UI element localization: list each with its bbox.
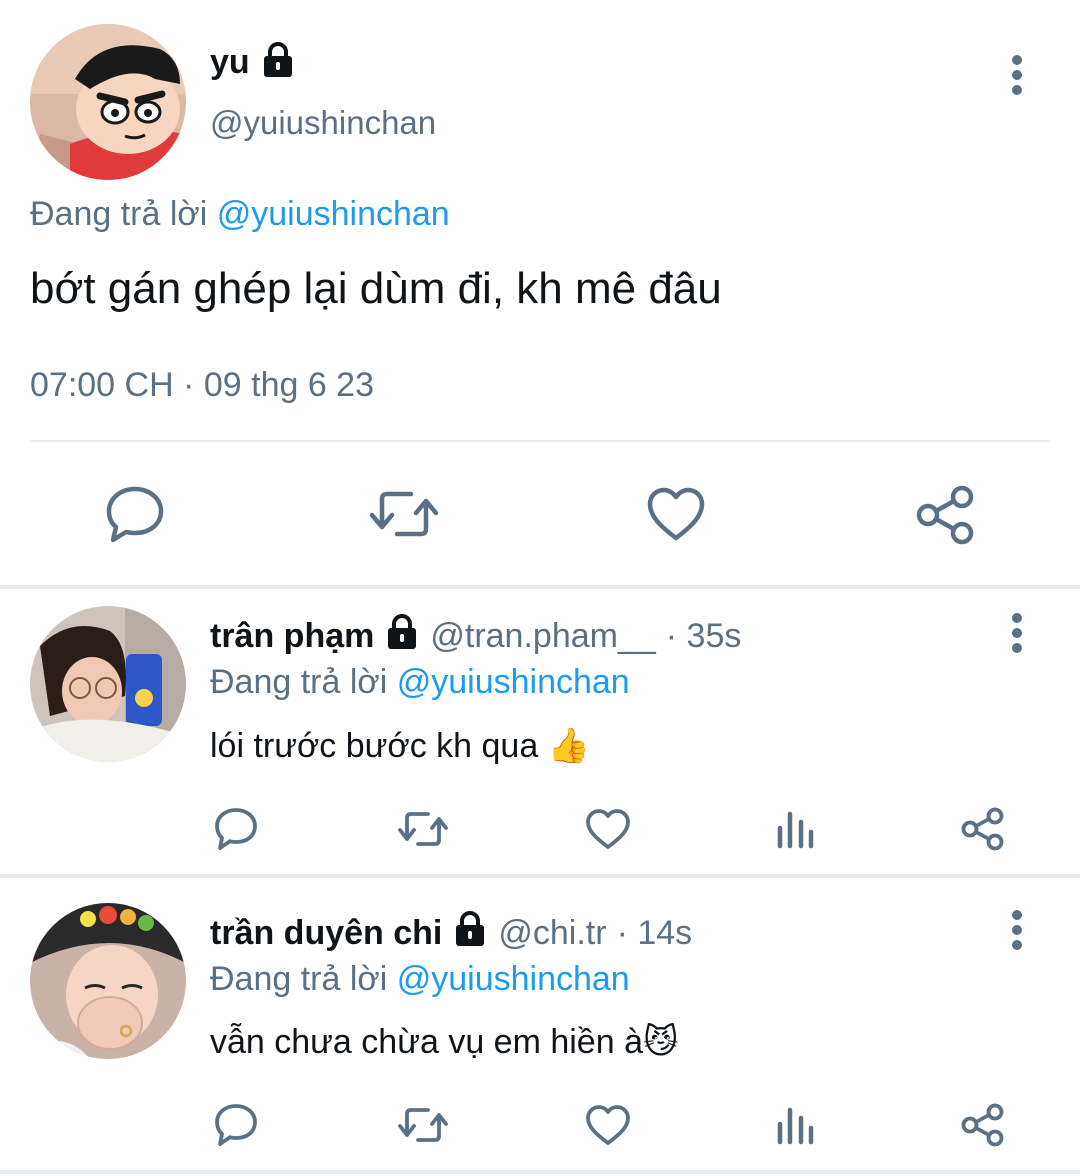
divider [0,585,1080,589]
avatar[interactable] [30,903,186,1059]
author-handle[interactable]: @yuiushinchan [210,104,436,142]
thumbs-up-emoji: 👍 [547,727,591,765]
share-icon [961,1103,1004,1147]
author-handle[interactable]: @tran.pham__ [430,617,655,656]
mention-link[interactable]: @yuiushinchan [397,663,630,701]
reply-button[interactable] [213,1102,259,1153]
reply-icon [106,486,164,543]
reply-text: lói trước bước kh qua 👍 [210,727,591,765]
share-icon [961,807,1004,851]
replying-to: Đang trả lời @yuiushinchan [210,663,630,701]
replying-to: Đang trả lời @yuiushinchan [210,960,630,998]
more-options-icon[interactable] [1002,612,1032,661]
retweet-icon [398,1108,448,1142]
like-button[interactable] [585,808,631,855]
retweet-button[interactable] [369,487,439,546]
retweet-icon [398,812,448,846]
reply-text: vẫn chưa chừa vụ em hiền à😼 [210,1023,679,1061]
lock-icon [452,910,488,957]
divider [0,874,1080,878]
more-options-icon[interactable] [1002,54,1032,103]
like-icon [647,487,705,541]
mention-link[interactable]: @yuiushinchan [397,960,630,998]
analytics-icon [777,1107,814,1145]
reply-icon [215,808,257,850]
like-button[interactable] [646,486,706,547]
lock-icon [260,41,296,84]
relative-time[interactable]: · 14s [617,914,693,953]
replying-to: Đang trả lời @yuiushinchan [30,195,450,233]
relative-time[interactable]: · 35s [666,617,742,656]
like-button[interactable] [585,1104,631,1151]
share-button[interactable] [915,484,977,551]
avatar[interactable] [30,24,186,180]
retweet-icon [369,491,439,537]
reply-icon [215,1104,257,1146]
retweet-button[interactable] [397,808,449,855]
divider [0,1170,1080,1174]
smirk-cat-emoji: 😼 [643,1023,679,1061]
analytics-icon [777,811,814,849]
like-icon [586,1105,630,1145]
author-name[interactable]: trần duyên chi [210,914,442,953]
lock-icon [384,613,420,660]
tweet-text: bớt gán ghép lại dùm đi, kh mê đâu [30,264,722,313]
analytics-button[interactable] [775,1102,817,1151]
timestamp[interactable]: 07:00 CH · 09 thg 6 23 [30,366,374,405]
reply-button[interactable] [213,806,259,857]
author-name[interactable]: trân phạm [210,617,374,656]
analytics-button[interactable] [775,806,817,855]
more-options-icon[interactable] [1002,909,1032,958]
share-button[interactable] [960,1102,1006,1153]
share-button[interactable] [960,806,1006,857]
divider [30,440,1050,442]
reply-button[interactable] [104,484,166,549]
author-handle[interactable]: @chi.tr [498,914,606,953]
share-icon [916,485,974,545]
author-name[interactable]: yu [210,43,250,82]
avatar[interactable] [30,606,186,762]
retweet-button[interactable] [397,1104,449,1151]
like-icon [586,809,630,849]
mention-link[interactable]: @yuiushinchan [217,195,450,233]
